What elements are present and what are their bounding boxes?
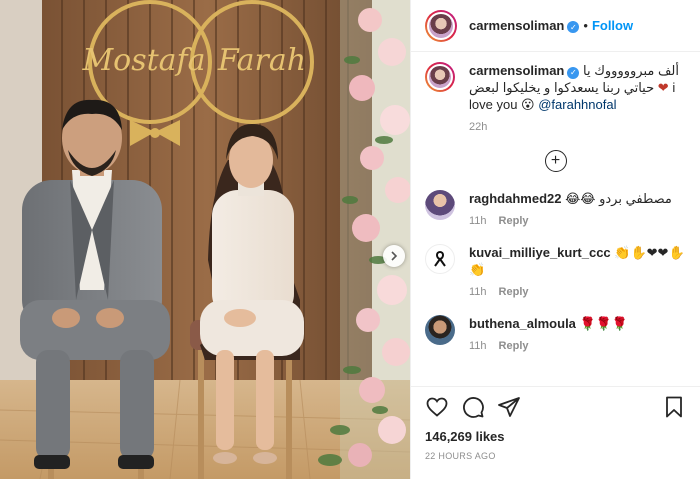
post-timestamp[interactable]: 22 HOURS AGO (425, 451, 686, 461)
caption-mention-link[interactable]: @farahhnofal (538, 97, 616, 112)
reply-button[interactable]: Reply (499, 286, 529, 298)
carousel-next-button[interactable] (383, 245, 405, 267)
caption-meta: 22h (469, 119, 686, 136)
comment-time[interactable]: 11h (469, 340, 487, 352)
comment-body: raghdahmed22 مصطفي بردو 😂😂 11h Reply (469, 190, 686, 230)
sign-name-left: Mostafa (81, 43, 205, 78)
sign-name-right: Farah (217, 43, 306, 78)
caption-author-avatar[interactable] (425, 62, 455, 92)
caption-body: carmensoliman ✓ ألف مبروووووك يا حياتي رب… (469, 62, 686, 136)
commenter-avatar[interactable] (425, 244, 455, 274)
likes-count[interactable]: 146,269 likes (425, 429, 686, 444)
comment-username[interactable]: raghdahmed22 (469, 191, 561, 206)
header-text: carmensoliman ✓ • Follow (469, 18, 633, 34)
commenter-avatar[interactable] (425, 315, 455, 345)
commenter-avatar[interactable] (425, 190, 455, 220)
caption-line-1: ألف مبروووووك يا (583, 63, 679, 78)
separator-dot: • (583, 17, 588, 33)
comment-item: buthena_almoula 🌹🌹🌹 11h Reply (425, 315, 686, 355)
comment-item: kuvai_milliye_kurt_ccc 👏✋❤❤✋👏 11h Reply (425, 244, 686, 301)
share-icon[interactable] (497, 395, 521, 419)
post-footer: 146,269 likes 22 HOURS AGO (411, 386, 700, 461)
comment-meta: 11h Reply (469, 213, 686, 230)
post-photo[interactable]: Mostafa Farah (0, 0, 410, 479)
action-bar (425, 395, 686, 419)
caption: carmensoliman ✓ ألف مبروووووك يا حياتي رب… (425, 62, 686, 136)
comment-meta: 11h Reply (469, 338, 686, 355)
heart-emoji: ❤ (657, 80, 669, 95)
surprised-emoji: 😮 (521, 97, 535, 112)
comment-item: raghdahmed22 مصطفي بردو 😂😂 11h Reply (425, 190, 686, 230)
heart-icon[interactable] (425, 395, 449, 419)
verified-badge-icon: ✓ (567, 66, 580, 79)
comment-time[interactable]: 11h (469, 215, 487, 227)
comment-username[interactable]: kuvai_milliye_kurt_ccc (469, 245, 611, 260)
caption-line-3: love you (469, 97, 518, 112)
instagram-post: Mostafa Farah carmensoliman ✓ • Follow c… (0, 0, 700, 479)
comment-text: مصطفي بردو 😂😂 (565, 191, 672, 206)
bookmark-icon[interactable] (662, 395, 686, 419)
reply-button[interactable]: Reply (499, 215, 529, 227)
follow-button[interactable]: Follow (592, 18, 633, 33)
author-avatar[interactable] (425, 9, 457, 42)
caption-username[interactable]: carmensoliman (469, 63, 564, 78)
wedding-photo-illustration: Mostafa Farah (0, 0, 410, 479)
comment-text: 🌹🌹🌹 (579, 316, 629, 331)
caption-time[interactable]: 22h (469, 121, 487, 133)
caption-line-2: حياتي ربنا يسعدكوا و يخليكوا لبعض (469, 80, 655, 95)
post-side-panel: carmensoliman ✓ • Follow carmensoliman ✓ ألف… (410, 0, 700, 479)
comment-meta: 11h Reply (469, 284, 686, 301)
load-more-comments-icon[interactable]: + (544, 150, 567, 172)
caption-line-2-prefix: i (672, 80, 676, 95)
comment-icon[interactable] (461, 395, 485, 419)
author-username[interactable]: carmensoliman (469, 18, 564, 33)
comment-username[interactable]: buthena_almoula (469, 316, 576, 331)
verified-badge-icon: ✓ (567, 21, 580, 34)
post-header: carmensoliman ✓ • Follow (411, 0, 700, 52)
reply-button[interactable]: Reply (499, 340, 529, 352)
comment-body: kuvai_milliye_kurt_ccc 👏✋❤❤✋👏 11h Reply (469, 244, 686, 301)
comments-section: carmensoliman ✓ ألف مبروووووك يا حياتي رب… (411, 62, 700, 392)
chevron-right-icon (391, 251, 398, 261)
comment-body: buthena_almoula 🌹🌹🌹 11h Reply (469, 315, 686, 355)
comment-time[interactable]: 11h (469, 286, 487, 298)
ribbon-icon (434, 250, 446, 267)
